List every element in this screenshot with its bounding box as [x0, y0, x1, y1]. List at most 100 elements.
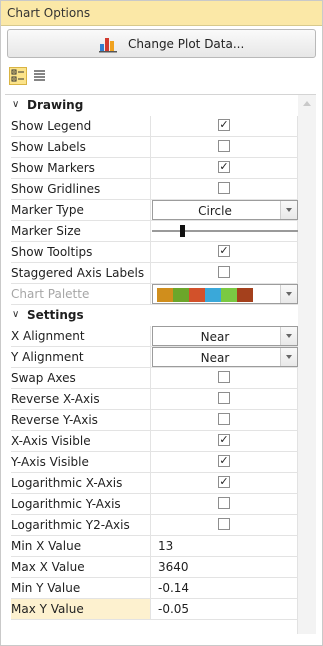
- property-value: -0.05: [152, 599, 298, 619]
- categorized-view-icon: [11, 69, 24, 82]
- property-value: 13: [152, 536, 298, 556]
- palette-swatch: [237, 288, 253, 302]
- property-name[interactable]: Show Tooltips: [11, 242, 151, 262]
- max-x-value-field[interactable]: 3640: [158, 560, 189, 574]
- property-name[interactable]: Min X Value: [11, 536, 151, 556]
- property-value: 3640: [152, 557, 298, 577]
- vertical-scrollbar[interactable]: [297, 95, 316, 634]
- palette-swatch: [157, 288, 173, 302]
- show-gridlines-checkbox[interactable]: [218, 182, 230, 194]
- property-row-show-markers: Show Markers ✓: [11, 158, 298, 179]
- property-value: ✓: [152, 116, 298, 136]
- property-name[interactable]: Show Markers: [11, 158, 151, 178]
- property-name[interactable]: Marker Type: [11, 200, 151, 220]
- swap-axes-checkbox[interactable]: [218, 371, 230, 383]
- palette-swatch: [221, 288, 237, 302]
- collapse-chevron-icon[interactable]: ∨: [12, 309, 19, 320]
- property-name[interactable]: Chart Palette: [11, 284, 151, 304]
- property-row-y-axis-visible: Y-Axis Visible ✓: [11, 452, 298, 473]
- min-x-value-field[interactable]: 13: [158, 539, 173, 553]
- palette-swatches: [157, 288, 253, 302]
- panel-title: Chart Options: [7, 6, 91, 20]
- property-row-logarithmic-y-axis: Logarithmic Y-Axis: [11, 494, 298, 515]
- property-name[interactable]: Max Y Value: [11, 599, 151, 619]
- dropdown-arrow-icon[interactable]: [280, 327, 297, 345]
- y-axis-visible-checkbox[interactable]: ✓: [218, 455, 230, 467]
- bar-chart-icon: [99, 38, 117, 53]
- marker-size-slider-thumb[interactable]: [180, 225, 185, 237]
- property-row-show-gridlines: Show Gridlines: [11, 179, 298, 200]
- property-row-max-x-value: Max X Value 3640: [11, 557, 298, 578]
- property-row-marker-type: Marker Type Circle: [11, 200, 298, 221]
- show-legend-checkbox[interactable]: ✓: [218, 119, 230, 131]
- category-label: Drawing: [27, 98, 84, 112]
- chart-options-panel: Chart Options Change Plot Data... ∨ Draw…: [0, 0, 323, 646]
- property-value: [152, 137, 298, 157]
- property-name[interactable]: Y-Axis Visible: [11, 452, 151, 472]
- marker-size-slider-track[interactable]: [152, 230, 298, 232]
- property-name[interactable]: Marker Size: [11, 221, 151, 241]
- show-tooltips-checkbox[interactable]: ✓: [218, 245, 230, 257]
- property-value: Near: [152, 347, 298, 367]
- property-value: Near: [152, 326, 298, 346]
- property-name[interactable]: Show Legend: [11, 116, 151, 136]
- dropdown-arrow-icon[interactable]: [280, 201, 297, 219]
- property-row-logarithmic-x-axis: Logarithmic X-Axis ✓: [11, 473, 298, 494]
- property-row-reverse-y-axis: Reverse Y-Axis: [11, 410, 298, 431]
- property-row-staggered-axis-labels: Staggered Axis Labels: [11, 263, 298, 284]
- categorized-view-button[interactable]: [9, 67, 27, 85]
- category-settings[interactable]: ∨ Settings: [5, 305, 298, 326]
- property-value: ✓: [152, 242, 298, 262]
- category-drawing[interactable]: ∨ Drawing: [5, 95, 298, 116]
- reverse-y-axis-checkbox[interactable]: [218, 413, 230, 425]
- property-row-y-alignment: Y Alignment Near: [11, 347, 298, 368]
- property-name[interactable]: Swap Axes: [11, 368, 151, 388]
- property-name[interactable]: Logarithmic X-Axis: [11, 473, 151, 493]
- y-alignment-dropdown[interactable]: Near: [152, 347, 298, 367]
- x-axis-visible-checkbox[interactable]: ✓: [218, 434, 230, 446]
- property-name[interactable]: X Alignment: [11, 326, 151, 346]
- property-name[interactable]: Logarithmic Y-Axis: [11, 494, 151, 514]
- property-name[interactable]: Max X Value: [11, 557, 151, 577]
- panel-titlebar: Chart Options: [1, 1, 322, 26]
- property-row-x-axis-visible: X-Axis Visible ✓: [11, 431, 298, 452]
- change-plot-data-button[interactable]: Change Plot Data...: [7, 29, 316, 58]
- logarithmic-x-axis-checkbox[interactable]: ✓: [218, 476, 230, 488]
- property-name[interactable]: Staggered Axis Labels: [11, 263, 151, 283]
- staggered-axis-labels-checkbox[interactable]: [218, 266, 230, 278]
- max-y-value-field[interactable]: -0.05: [158, 602, 189, 616]
- dropdown-value: Circle: [198, 204, 232, 218]
- dropdown-arrow-icon[interactable]: [280, 348, 297, 366]
- property-name[interactable]: Show Labels: [11, 137, 151, 157]
- property-row-marker-size: Marker Size: [11, 221, 298, 242]
- property-row-reverse-x-axis: Reverse X-Axis: [11, 389, 298, 410]
- show-markers-checkbox[interactable]: ✓: [218, 161, 230, 173]
- property-name[interactable]: X-Axis Visible: [11, 431, 151, 451]
- reverse-x-axis-checkbox[interactable]: [218, 392, 230, 404]
- dropdown-value: Near: [200, 351, 230, 365]
- property-value: [152, 515, 298, 535]
- chart-palette-dropdown[interactable]: [152, 284, 298, 304]
- scroll-up-arrow-icon[interactable]: [303, 101, 311, 106]
- palette-swatch: [205, 288, 221, 302]
- min-y-value-field[interactable]: -0.14: [158, 581, 189, 595]
- alphabetical-view-button[interactable]: [31, 67, 49, 85]
- x-alignment-dropdown[interactable]: Near: [152, 326, 298, 346]
- property-name[interactable]: Reverse X-Axis: [11, 389, 151, 409]
- property-row-logarithmic-y2-axis: Logarithmic Y2-Axis: [11, 515, 298, 536]
- logarithmic-y-axis-checkbox[interactable]: [218, 497, 230, 509]
- collapse-chevron-icon[interactable]: ∨: [12, 99, 19, 110]
- show-labels-checkbox[interactable]: [218, 140, 230, 152]
- palette-swatch: [173, 288, 189, 302]
- dropdown-arrow-icon[interactable]: [280, 285, 297, 303]
- logarithmic-y2-axis-checkbox[interactable]: [218, 518, 230, 530]
- property-row-show-legend: Show Legend ✓: [11, 116, 298, 137]
- marker-type-dropdown[interactable]: Circle: [152, 200, 298, 220]
- property-row-min-x-value: Min X Value 13: [11, 536, 298, 557]
- property-name[interactable]: Reverse Y-Axis: [11, 410, 151, 430]
- property-value: ✓: [152, 431, 298, 451]
- property-name[interactable]: Logarithmic Y2-Axis: [11, 515, 151, 535]
- property-name[interactable]: Y Alignment: [11, 347, 151, 367]
- property-name[interactable]: Show Gridlines: [11, 179, 151, 199]
- property-name[interactable]: Min Y Value: [11, 578, 151, 598]
